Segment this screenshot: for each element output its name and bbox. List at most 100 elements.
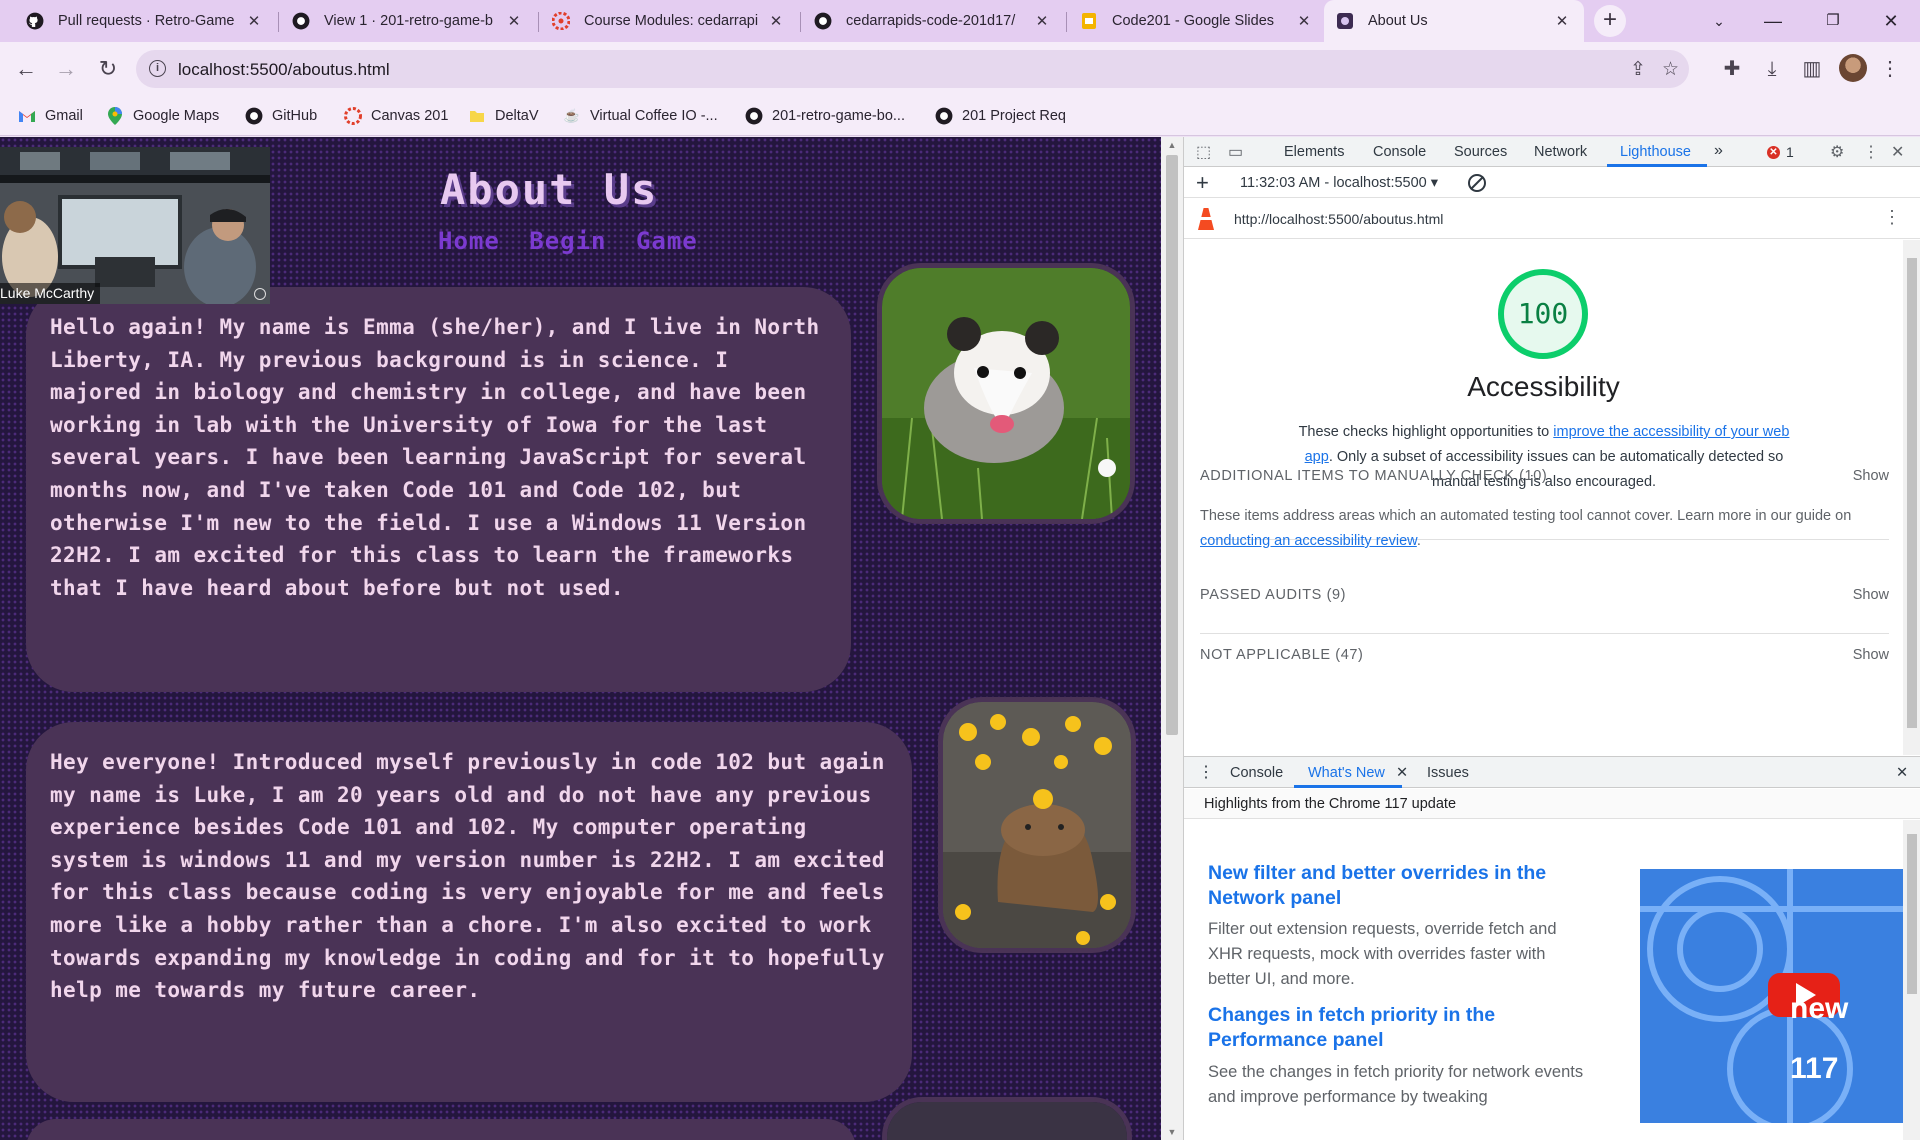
close-icon[interactable]: ✕ <box>1032 12 1052 30</box>
device-toolbar-icon[interactable]: ▭ <box>1228 142 1243 162</box>
error-icon[interactable]: ✕ <box>1767 146 1780 159</box>
accessibility-review-link[interactable]: conducting an accessibility review <box>1200 533 1417 549</box>
bookmark-label: Gmail <box>45 108 83 124</box>
address-bar[interactable]: i localhost:5500/aboutus.html ⇪ ☆ <box>136 50 1689 88</box>
tab-search-icon[interactable]: ⌄ <box>1696 0 1742 42</box>
scroll-up-icon[interactable]: ▲ <box>1161 140 1183 150</box>
close-icon[interactable]: ✕ <box>1294 12 1314 30</box>
browser-tab[interactable]: Pull requests · Retro-Game ✕ <box>14 0 276 42</box>
bookmark-retro-game[interactable]: 201-retro-game-bo... <box>745 104 905 128</box>
close-icon[interactable]: ✕ <box>504 12 524 30</box>
restore-icon[interactable]: ❐ <box>1810 0 1856 42</box>
bio-text: Hey everyone! Introduced myself previous… <box>50 750 885 1003</box>
bookmark-label: Virtual Coffee IO -... <box>590 108 718 124</box>
minimize-icon[interactable]: — <box>1750 0 1796 42</box>
back-icon[interactable]: ← <box>10 53 42 85</box>
error-count[interactable]: 1 <box>1786 144 1794 160</box>
scrollbar-thumb[interactable] <box>1907 834 1917 994</box>
report-menu-icon[interactable]: ⋮ <box>1883 207 1901 228</box>
bookmark-maps[interactable]: Google Maps <box>106 104 219 128</box>
browser-tab[interactable]: View 1 · 201-retro-game-b ✕ <box>280 0 536 42</box>
close-drawer-icon[interactable]: ✕ <box>1896 765 1908 781</box>
feature-title-link[interactable]: Changes in fetch priority in the Perform… <box>1208 1003 1588 1053</box>
more-options-icon[interactable]: ⋮ <box>1863 142 1879 162</box>
tab-sources[interactable]: Sources <box>1454 144 1507 160</box>
browser-tab-active[interactable]: About Us ✕ <box>1324 0 1584 42</box>
bookmark-github[interactable]: GitHub <box>245 104 317 128</box>
audit-group-not-applicable[interactable]: NOT APPLICABLE (47) Show <box>1200 647 1889 687</box>
more-tabs-icon[interactable]: » <box>1714 142 1723 160</box>
browser-tab[interactable]: Course Modules: cedarrapi ✕ <box>540 0 798 42</box>
github-icon <box>292 12 310 30</box>
tab-console[interactable]: Console <box>1373 144 1426 160</box>
close-icon[interactable]: ✕ <box>244 12 264 30</box>
tab-lighthouse[interactable]: Lighthouse <box>1620 144 1691 160</box>
new-report-icon[interactable]: + <box>1196 170 1209 196</box>
lighthouse-url-bar: http://localhost:5500/aboutus.html ⋮ <box>1184 199 1920 239</box>
bookmark-canvas[interactable]: Canvas 201 <box>344 104 448 128</box>
tab-network[interactable]: Network <box>1534 144 1587 160</box>
forward-icon[interactable]: → <box>50 53 82 85</box>
scrollbar-thumb[interactable] <box>1166 155 1178 735</box>
bookmark-project-req[interactable]: 201 Project Req <box>935 104 1066 128</box>
group-title[interactable]: NOT APPLICABLE (47) <box>1200 647 1363 663</box>
whats-new-scrollbar[interactable] <box>1903 820 1920 1140</box>
score-gauge: 100 <box>1498 269 1588 359</box>
extensions-icon[interactable]: ✚ <box>1716 53 1748 85</box>
bookmark-label: 201 Project Req <box>962 108 1066 124</box>
group-show-toggle[interactable]: Show <box>1853 468 1889 484</box>
canvas-icon <box>344 107 362 125</box>
close-devtools-icon[interactable]: ✕ <box>1891 142 1904 162</box>
drawer-tab-whats-new[interactable]: What's New <box>1308 765 1385 781</box>
bookmark-virtual-coffee[interactable]: ☕ Virtual Coffee IO -... <box>563 104 718 128</box>
capybara-photo <box>938 697 1136 953</box>
download-icon[interactable]: ⤓ <box>1756 53 1788 85</box>
tab-elements[interactable]: Elements <box>1284 144 1344 160</box>
reload-icon[interactable]: ↻ <box>92 53 124 85</box>
bookmark-deltav[interactable]: DeltaV <box>468 104 539 128</box>
group-show-toggle[interactable]: Show <box>1853 587 1889 603</box>
share-icon[interactable]: ⇪ <box>1630 58 1646 81</box>
report-selector[interactable]: 11:32:03 AM - localhost:5500 ▾ <box>1240 175 1438 191</box>
clear-reports-icon[interactable] <box>1468 174 1486 192</box>
whats-new-video-thumbnail[interactable]: new 117 <box>1640 869 1903 1123</box>
github-icon <box>745 107 763 125</box>
feature-title-link[interactable]: New filter and better overrides in the N… <box>1208 861 1588 911</box>
bookmark-gmail[interactable]: Gmail <box>18 104 83 128</box>
new-tab-button[interactable]: + <box>1594 5 1626 37</box>
scrollbar-thumb[interactable] <box>1907 258 1917 728</box>
drawer-tab-console[interactable]: Console <box>1230 765 1283 781</box>
info-icon[interactable]: i <box>149 60 166 77</box>
browser-tab[interactable]: cedarrapids-code-201d17/ ✕ <box>802 0 1064 42</box>
menu-icon[interactable]: ⋮ <box>1874 53 1906 85</box>
video-call-overlay[interactable]: Luke McCarthy <box>0 147 270 304</box>
nav-link-game[interactable]: Game <box>636 227 698 255</box>
side-panel-icon[interactable]: ▥ <box>1796 53 1828 85</box>
inspect-icon[interactable]: ⬚ <box>1196 142 1211 162</box>
scroll-down-icon[interactable]: ▼ <box>1161 1127 1183 1137</box>
report-url[interactable]: http://localhost:5500/aboutus.html <box>1234 211 1443 227</box>
video-thumbnail-text: new 117 <box>1790 992 1849 1085</box>
page-scrollbar[interactable]: ▲ ▼ <box>1161 137 1183 1140</box>
browser-tab[interactable]: Code201 - Google Slides ✕ <box>1068 0 1326 42</box>
window-close-icon[interactable]: ✕ <box>1868 0 1914 42</box>
close-icon[interactable]: ✕ <box>1552 12 1572 30</box>
close-icon[interactable]: ✕ <box>1396 765 1408 781</box>
tab-title: About Us <box>1368 13 1428 29</box>
group-title[interactable]: ADDITIONAL ITEMS TO MANUALLY CHECK (10) <box>1200 468 1547 484</box>
audit-group-passed[interactable]: PASSED AUDITS (9) Show <box>1200 587 1889 634</box>
close-icon[interactable]: ✕ <box>766 12 786 30</box>
group-title[interactable]: PASSED AUDITS (9) <box>1200 587 1346 603</box>
nav-link-begin[interactable]: Begin <box>529 227 606 255</box>
drawer-menu-icon[interactable]: ⋮ <box>1198 762 1214 782</box>
bookmark-label: Canvas 201 <box>371 108 449 124</box>
drawer-tab-issues[interactable]: Issues <box>1427 765 1469 781</box>
nav-link-home[interactable]: Home <box>438 227 500 255</box>
group-show-toggle[interactable]: Show <box>1853 647 1889 663</box>
avatar[interactable] <box>1839 54 1867 82</box>
star-icon[interactable]: ☆ <box>1662 58 1679 81</box>
tab-title: Pull requests · Retro-Game <box>58 13 235 29</box>
report-scrollbar[interactable] <box>1903 240 1920 755</box>
address-url[interactable]: localhost:5500/aboutus.html <box>178 60 390 80</box>
settings-gear-icon[interactable]: ⚙ <box>1830 142 1844 162</box>
